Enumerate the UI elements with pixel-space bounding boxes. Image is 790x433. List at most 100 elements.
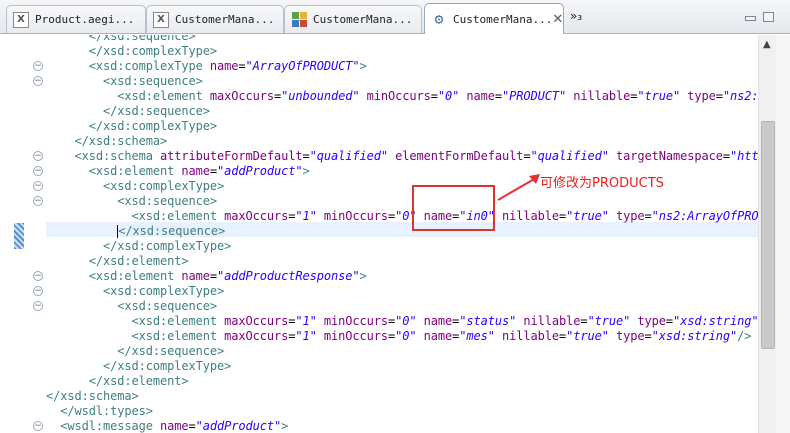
code-token: "0"	[437, 89, 460, 103]
tab-label: CustomerMana...	[313, 13, 413, 26]
code-token: =	[644, 209, 652, 223]
tab-customer-manager-java[interactable]: CustomerMana...	[284, 5, 422, 33]
code-token: xsd:sequence	[103, 35, 189, 43]
fold-toggle-icon[interactable]: −	[33, 61, 43, 71]
code-token: =	[209, 269, 217, 283]
code-token: </xsd:complexType>	[88, 44, 217, 58]
code-line: </xsd:schema>	[46, 134, 758, 149]
code-token: "xsd:string"	[673, 314, 759, 328]
maximize-button[interactable]	[763, 12, 774, 22]
code-token: "addProductResponse"	[217, 269, 360, 283]
code-token: <xsd:complexType>	[103, 179, 225, 193]
code-token: "qualified"	[530, 149, 609, 163]
code-token: =	[302, 149, 310, 163]
scrollbar-thumb[interactable]	[761, 121, 775, 349]
tab-product-aegis[interactable]: X Product.aegi...	[6, 5, 146, 33]
code-token: </wsdl:types>	[60, 404, 153, 418]
annotation-arrow-icon	[497, 174, 540, 201]
code-token: >	[359, 269, 367, 283]
code-token: name	[423, 314, 453, 328]
code-line: </xsd:sequence>	[46, 224, 758, 239]
code-line: <xsd:element maxOccurs="1" minOccurs="0"…	[46, 209, 773, 224]
fold-toggle-icon[interactable]: −	[33, 196, 43, 206]
fold-toggle-icon[interactable]: −	[33, 301, 43, 311]
code-token: </xsd:element>	[88, 254, 189, 268]
vertical-scrollbar[interactable]: ▲	[758, 35, 776, 433]
code-token: <xsd:element	[117, 89, 210, 103]
code-token: =	[665, 314, 673, 328]
code-token: >	[188, 35, 196, 43]
scroll-up-icon[interactable]: ▲	[763, 39, 771, 50]
code-token: maxOccurs	[209, 89, 274, 103]
code-line: </xsd:complexType>	[46, 359, 758, 374]
code-token: </xsd:sequence>	[118, 224, 226, 238]
code-token: <xsd:schema	[74, 149, 160, 163]
annotation-label: 可修改为PRODUCTS	[540, 176, 664, 191]
code-token: "true"	[566, 209, 609, 223]
code-token: targetNamespace	[616, 149, 723, 163]
code-token: "unbounded"	[281, 89, 360, 103]
fold-toggle-icon[interactable]: −	[33, 76, 43, 86]
java-class-icon	[291, 11, 307, 28]
code-token: "1"	[295, 329, 317, 343]
tab-overflow-button[interactable]: »₃	[570, 9, 582, 23]
code-line: </xsd:schema>	[46, 389, 758, 404]
code-token: </	[88, 35, 103, 43]
code-token: type	[687, 89, 716, 103]
fold-toggle-icon[interactable]: −	[33, 271, 43, 281]
wsdl-icon: ⚙	[434, 10, 444, 28]
code-token: <xsd:complexType>	[103, 284, 225, 298]
code-line: <xsd:element maxOccurs="1" minOccurs="0"…	[46, 329, 758, 344]
code-token: <xsd:sequence>	[117, 299, 217, 313]
code-token: </xsd:sequence>	[103, 104, 210, 118]
code-token: nillable	[523, 314, 581, 328]
fold-toggle-icon[interactable]: −	[33, 166, 43, 176]
code-token: >	[359, 59, 367, 73]
code-line: <xsd:element name="addProductResponse">	[46, 269, 758, 284]
tab-customer-manager-xml[interactable]: X CustomerMana...	[146, 5, 284, 33]
code-token: minOccurs	[323, 209, 388, 223]
code-token: =	[238, 59, 246, 73]
code-token: maxOccurs	[224, 329, 289, 343]
code-token: "xsd:string"	[651, 329, 738, 343]
tab-label: CustomerMana...	[175, 13, 275, 26]
code-token: "PRODUCT"	[502, 89, 567, 103]
code-token: </xsd:complexType>	[103, 239, 232, 253]
code-line: </xsd:sequence>	[46, 35, 758, 44]
code-token: <xsd:sequence>	[117, 194, 217, 208]
code-token: </xsd:sequence>	[117, 344, 225, 358]
code-line: </xsd:complexType>	[46, 44, 758, 59]
code-token: "0"	[395, 314, 417, 328]
fold-toggle-icon[interactable]: −	[33, 181, 43, 191]
current-line-marker	[14, 223, 24, 249]
code-token: "0"	[395, 329, 417, 343]
code-token: <wsdl:message	[60, 419, 160, 433]
code-token: =	[188, 419, 196, 433]
code-token: =	[430, 89, 438, 103]
code-token: =	[494, 89, 502, 103]
code-token: =	[209, 164, 217, 178]
fold-toggle-icon[interactable]: −	[33, 421, 43, 431]
code-text[interactable]: </xsd:sequence> </xsd:complexType> <xsd:…	[46, 35, 780, 433]
minimize-button[interactable]	[745, 16, 756, 21]
code-token: <xsd:complexType	[88, 59, 210, 73]
code-line: <xsd:complexType>	[46, 284, 758, 299]
code-token: >	[281, 419, 289, 433]
tab-customer-manager-wsdl[interactable]: ⚙ CustomerMana... ✕	[424, 3, 564, 34]
code-line: <xsd:sequence>	[46, 74, 758, 89]
code-token: <xsd:element	[131, 314, 225, 328]
code-line: </xsd:sequence>	[46, 104, 758, 119]
wsdl-source-editor[interactable]: </xsd:sequence> </xsd:complexType> <xsd:…	[0, 35, 790, 433]
fold-toggle-icon[interactable]: −	[33, 286, 43, 296]
code-line: <xsd:schema attributeFormDefault="qualif…	[46, 149, 780, 164]
close-icon[interactable]: ✕	[552, 12, 563, 27]
code-line: <xsd:complexType name="ArrayOfPRODUCT">	[46, 59, 758, 74]
code-token: "mes"	[459, 329, 495, 343]
fold-toggle-icon[interactable]: −	[33, 151, 43, 161]
